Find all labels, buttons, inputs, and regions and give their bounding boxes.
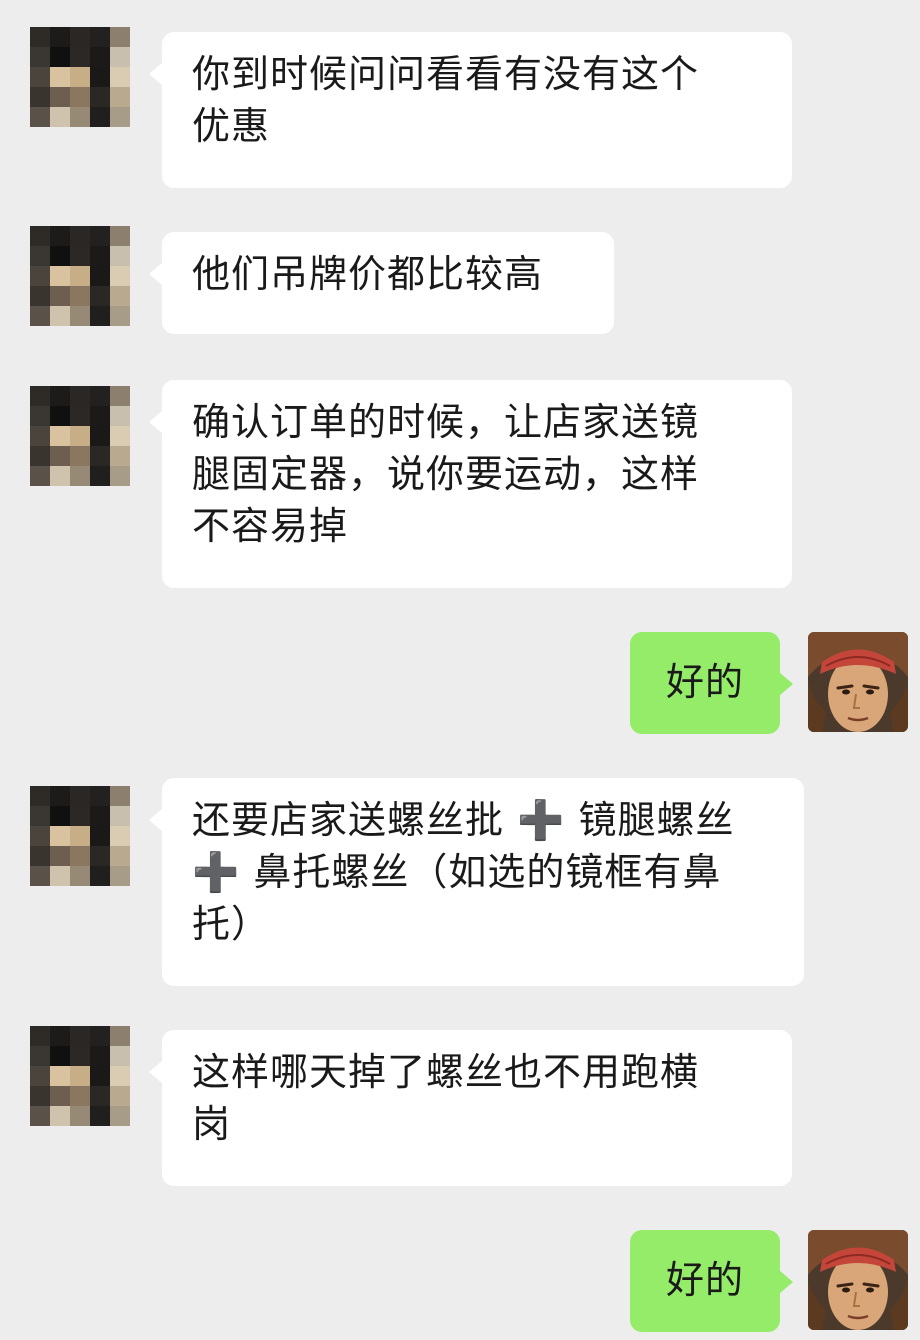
pixelated-avatar-icon — [30, 226, 130, 326]
message-bubble-outgoing[interactable]: 好的 — [630, 632, 793, 734]
pixelated-avatar-icon — [30, 27, 130, 127]
self-avatar[interactable] — [808, 632, 908, 732]
message-bubble-outgoing[interactable]: 好的 — [630, 1230, 793, 1332]
message-bubble-incoming[interactable]: 还要店家送螺丝批 ➕ 镜腿螺丝 ➕ 鼻托螺丝（如选的镜框有鼻 托） — [149, 778, 804, 986]
cartoon-character-avatar-icon — [808, 1230, 908, 1330]
message-bubble-incoming[interactable]: 他们吊牌价都比较高 — [149, 232, 614, 334]
pixelated-avatar-icon — [30, 786, 130, 886]
pixelated-avatar-icon — [30, 1026, 130, 1126]
message-bubble-incoming[interactable]: 你到时候问问看看有没有这个 优惠 — [149, 32, 792, 188]
pixelated-avatar-icon — [30, 386, 130, 486]
contact-avatar[interactable] — [30, 1026, 130, 1126]
contact-avatar[interactable] — [30, 386, 130, 486]
message-bubble-incoming[interactable]: 确认订单的时候，让店家送镜 腿固定器，说你要运动，这样 不容易掉 — [149, 380, 792, 588]
message-bubble-incoming[interactable]: 这样哪天掉了螺丝也不用跑横 岗 — [149, 1030, 792, 1186]
contact-avatar[interactable] — [30, 226, 130, 326]
contact-avatar[interactable] — [30, 786, 130, 886]
cartoon-character-avatar-icon — [808, 632, 908, 732]
contact-avatar[interactable] — [30, 27, 130, 127]
self-avatar[interactable] — [808, 1230, 908, 1330]
